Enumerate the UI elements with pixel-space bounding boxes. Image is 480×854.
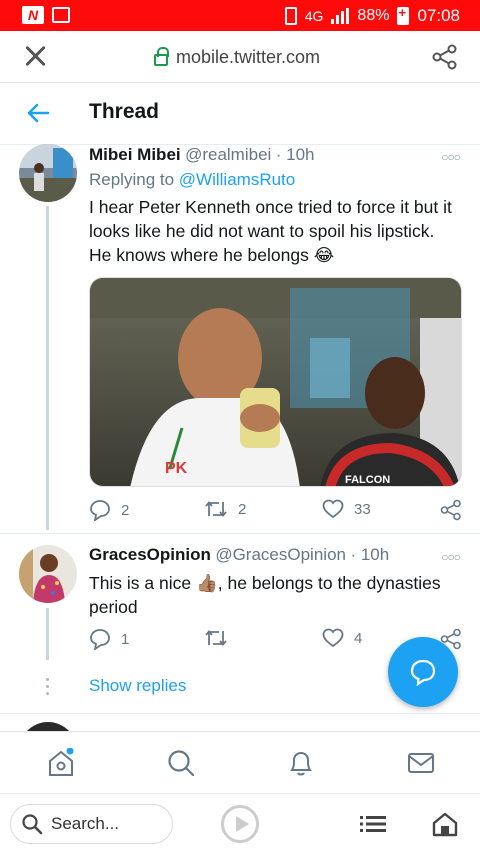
heart-icon: [322, 628, 344, 648]
replying-to-link[interactable]: @WilliamsRuto: [179, 170, 295, 189]
twitter-tab-bar: [0, 731, 480, 793]
like-count: 33: [354, 500, 371, 518]
display-name[interactable]: Mibei Mibei: [89, 145, 181, 164]
vibrate-icon: [284, 7, 297, 25]
reply-button[interactable]: 1: [89, 628, 129, 650]
page-title: Thread: [89, 100, 160, 123]
tweet-header: Mibei Mibei @realmibei · 10h: [89, 145, 315, 165]
battery-percent: 88%: [357, 7, 390, 24]
home-icon[interactable]: [46, 748, 76, 778]
like-count: 4: [354, 629, 363, 647]
thread-connector: [46, 608, 49, 660]
collapsed-thread-dots: [46, 678, 49, 699]
close-icon[interactable]: [24, 45, 46, 67]
next-tweet-partial: [0, 713, 480, 733]
browser-url-bar: mobile.twitter.com: [0, 31, 480, 83]
search-icon: [22, 814, 43, 835]
back-arrow-icon[interactable]: [26, 102, 50, 124]
search-placeholder: Search...: [51, 814, 120, 833]
retweet-icon: [205, 501, 227, 517]
show-replies-link[interactable]: Show replies: [89, 676, 186, 696]
reply-count: 2: [121, 501, 130, 519]
reply-icon: [90, 500, 110, 521]
signal-icon: [331, 8, 350, 24]
url-text: mobile.twitter.com: [176, 47, 321, 67]
chat-bubble-icon: [410, 659, 436, 687]
browser-bottom-bar: Search...: [0, 793, 480, 854]
compose-reply-button[interactable]: [388, 637, 458, 707]
retweet-button[interactable]: [204, 628, 228, 648]
url-display[interactable]: mobile.twitter.com: [154, 46, 321, 68]
photo-shirt-letters: PK: [165, 460, 188, 477]
replying-label: Replying to: [89, 170, 175, 189]
timestamp: · 10h: [275, 145, 315, 164]
thread-connector: [46, 206, 49, 530]
tweet-actions: 2 2 33: [89, 499, 464, 523]
tweet-photo[interactable]: PK FALCON: [89, 277, 462, 487]
tweet-text: I hear Peter Kenneth once tried to force…: [89, 197, 452, 265]
status-bar: N 4G 88% 07:08: [0, 0, 480, 31]
more-options-icon[interactable]: ○○○: [441, 550, 461, 564]
divider: [0, 533, 480, 534]
more-options-icon[interactable]: ○○○: [441, 150, 461, 164]
browser-search-bar[interactable]: Search...: [10, 804, 173, 844]
reply-count: 1: [121, 630, 130, 648]
news-app-icon: N: [22, 6, 44, 24]
list-menu-icon[interactable]: [360, 814, 386, 834]
reply-button[interactable]: 2: [89, 499, 129, 521]
handle[interactable]: @GracesOpinion: [215, 545, 346, 564]
messages-icon[interactable]: [406, 748, 436, 778]
gallery-notification-icon: [52, 7, 70, 23]
share-button[interactable]: [440, 499, 462, 521]
network-type: 4G: [304, 8, 324, 24]
retweet-count: 2: [238, 500, 247, 518]
search-icon[interactable]: [166, 748, 196, 778]
thread-header: Thread: [0, 83, 480, 145]
tweet-header: GracesOpinion @GracesOpinion · 10h: [89, 545, 389, 565]
share-icon[interactable]: [432, 44, 458, 70]
heart-icon: [322, 499, 344, 519]
clock: 07:08: [417, 6, 460, 25]
photo-shirt-text: FALCON: [345, 474, 390, 486]
browser-home-icon[interactable]: [432, 811, 458, 837]
handle[interactable]: @realmibei: [185, 145, 271, 164]
play-icon[interactable]: [221, 805, 259, 843]
like-button[interactable]: 4: [322, 628, 362, 648]
lock-icon: [154, 46, 169, 66]
reply-icon: [90, 629, 110, 650]
retweet-button[interactable]: 2: [204, 499, 246, 519]
display-name[interactable]: GracesOpinion: [89, 545, 211, 564]
like-button[interactable]: 33: [322, 499, 371, 519]
timestamp: · 10h: [350, 545, 390, 564]
replying-to: Replying to @WilliamsRuto: [89, 170, 295, 190]
tweet-text: This is a nice 👍🏽, he belongs to the dyn…: [89, 573, 441, 617]
avatar[interactable]: [19, 545, 77, 603]
share-icon: [440, 499, 461, 521]
battery-icon: [397, 5, 410, 25]
retweet-icon: [205, 630, 227, 646]
bell-icon[interactable]: [286, 748, 316, 778]
avatar[interactable]: [19, 144, 77, 202]
